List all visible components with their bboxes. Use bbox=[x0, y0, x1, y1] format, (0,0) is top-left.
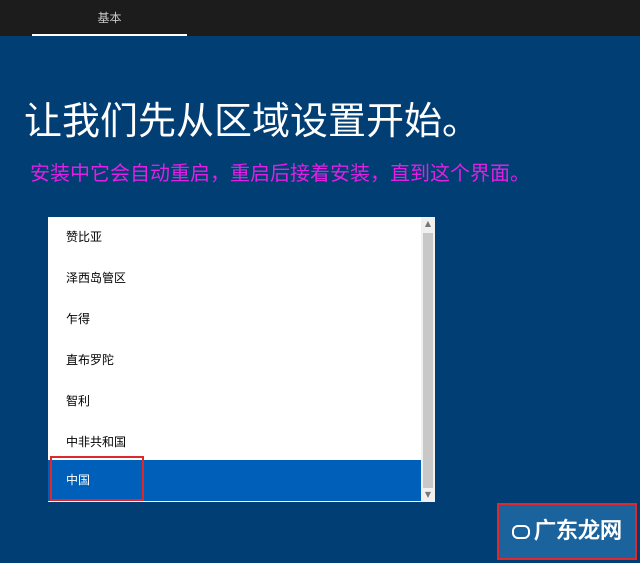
top-bar: 基本 bbox=[0, 0, 640, 36]
tab-basic[interactable]: 基本 bbox=[32, 0, 187, 36]
list-item-jersey[interactable]: 泽西岛管区 bbox=[48, 258, 421, 299]
scroll-down-icon[interactable]: ▼ bbox=[421, 488, 435, 502]
watermark-logo-icon bbox=[511, 525, 530, 539]
tab-active-indicator bbox=[32, 34, 187, 36]
selection-highlight-annotation bbox=[50, 456, 144, 501]
watermark: 广东龙网 bbox=[497, 503, 637, 560]
list-item-gibraltar[interactable]: 直布罗陀 bbox=[48, 340, 421, 381]
list-scrollbar[interactable]: ▲ ▼ bbox=[421, 217, 435, 502]
list-item-chad[interactable]: 乍得 bbox=[48, 299, 421, 340]
scroll-up-icon[interactable]: ▲ bbox=[421, 217, 435, 231]
list-item-zambia[interactable]: 赞比亚 bbox=[48, 217, 421, 258]
list-item-chile[interactable]: 智利 bbox=[48, 381, 421, 422]
annotation-text: 安装中它会自动重启，重启后接着安装，直到这个界面。 bbox=[30, 161, 530, 185]
scroll-thumb[interactable] bbox=[423, 233, 433, 488]
page-title: 让我们先从区域设置开始。 bbox=[24, 99, 481, 143]
watermark-text: 广东龙网 bbox=[533, 519, 622, 544]
